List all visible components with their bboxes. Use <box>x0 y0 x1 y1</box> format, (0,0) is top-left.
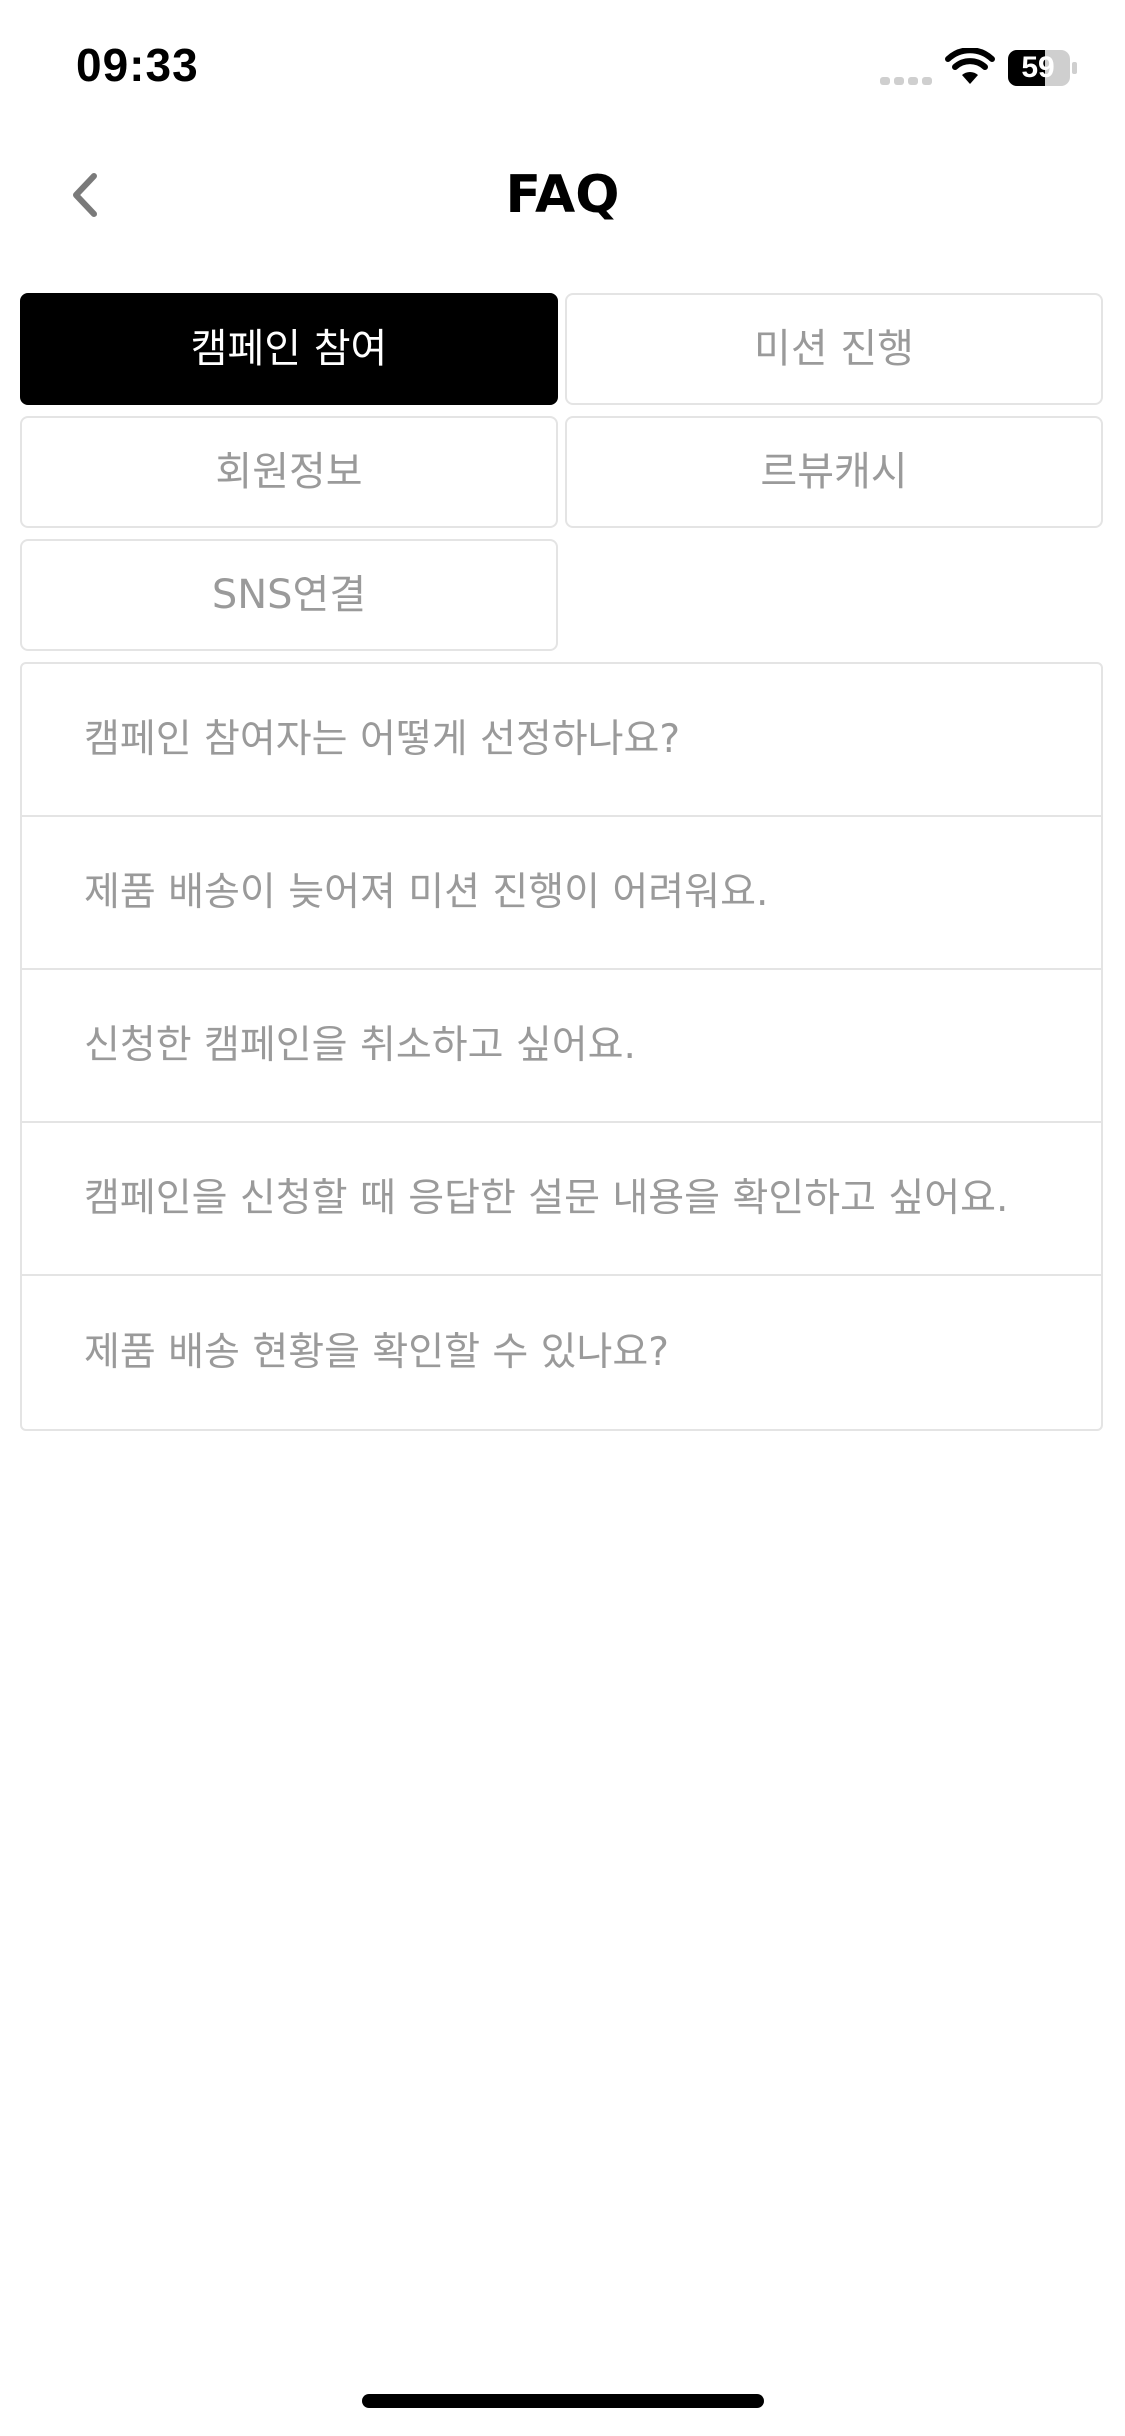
page-title: FAQ <box>505 165 620 225</box>
home-indicator <box>362 2394 764 2408</box>
faq-item[interactable]: 캠페인 참여자는 어떻게 선정하나요? <box>22 664 1101 817</box>
faq-list: 캠페인 참여자는 어떻게 선정하나요? 제품 배송이 늦어져 미션 진행이 어려… <box>20 662 1103 1431</box>
tab-campaign-participation[interactable]: 캠페인 참여 <box>20 293 558 405</box>
faq-question: 제품 배송 현황을 확인할 수 있나요? <box>84 1329 670 1375</box>
battery-level: 59 <box>1021 51 1055 84</box>
tab-sns-connect[interactable]: SNS연결 <box>20 539 558 651</box>
faq-question: 신청한 캠페인을 취소하고 싶어요. <box>84 1022 636 1068</box>
faq-item[interactable]: 제품 배송이 늦어져 미션 진행이 어려워요. <box>22 817 1101 970</box>
signal-dots-icon <box>880 77 932 85</box>
status-bar: 09:33 59 <box>0 0 1125 140</box>
header: FAQ <box>0 140 1125 250</box>
faq-item[interactable]: 캠페인을 신청할 때 응답한 설문 내용을 확인하고 싶어요. <box>22 1123 1101 1276</box>
tab-review-cash[interactable]: 르뷰캐시 <box>565 416 1103 528</box>
faq-question: 캠페인 참여자는 어떻게 선정하나요? <box>84 716 681 762</box>
tab-mission-progress[interactable]: 미션 진행 <box>565 293 1103 405</box>
faq-item[interactable]: 제품 배송 현황을 확인할 수 있나요? <box>22 1276 1101 1429</box>
wifi-icon <box>945 48 995 84</box>
tab-member-info[interactable]: 회원정보 <box>20 416 558 528</box>
faq-question: 캠페인을 신청할 때 응답한 설문 내용을 확인하고 싶어요. <box>84 1175 1009 1221</box>
faq-item[interactable]: 신청한 캠페인을 취소하고 싶어요. <box>22 970 1101 1123</box>
status-time: 09:33 <box>76 39 199 91</box>
faq-question: 제품 배송이 늦어져 미션 진행이 어려워요. <box>84 869 769 915</box>
